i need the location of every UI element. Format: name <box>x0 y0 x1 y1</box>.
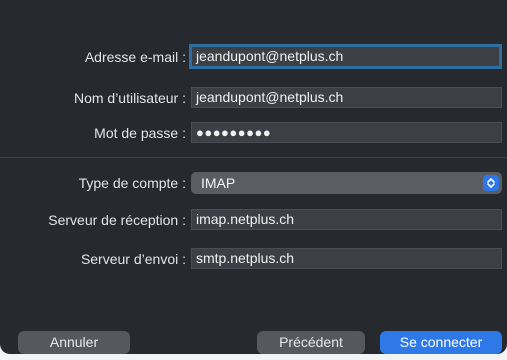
connect-button[interactable]: Se connecter <box>380 331 502 354</box>
outgoing-server-row: Serveur d’envoi : smtp.netplus.ch <box>0 247 507 271</box>
email-row: Adresse e-mail : jeandupont@netplus.ch <box>0 44 507 69</box>
password-field[interactable]: ●●●●●●●●● <box>191 122 502 143</box>
incoming-server-row: Serveur de réception : imap.netplus.ch <box>0 208 507 232</box>
username-field[interactable]: jeandupont@netplus.ch <box>191 87 502 108</box>
password-row: Mot de passe : ●●●●●●●●● <box>0 121 507 145</box>
incoming-server-field[interactable]: imap.netplus.ch <box>191 209 502 230</box>
username-row: Nom d’utilisateur : jeandupont@netplus.c… <box>0 86 507 110</box>
account-type-select[interactable]: IMAP <box>191 172 502 194</box>
account-setup-sheet: Adresse e-mail : jeandupont@netplus.ch N… <box>0 0 507 354</box>
email-field[interactable]: jeandupont@netplus.ch <box>189 44 502 69</box>
password-label: Mot de passe : <box>94 125 186 141</box>
email-label: Adresse e-mail : <box>84 49 186 65</box>
section-divider <box>0 157 507 158</box>
account-type-label: Type de compte : <box>78 175 186 191</box>
incoming-server-label: Serveur de réception : <box>48 212 186 228</box>
cancel-button[interactable]: Annuler <box>18 331 130 354</box>
outgoing-server-field[interactable]: smtp.netplus.ch <box>191 248 502 269</box>
account-type-value: IMAP <box>201 175 236 191</box>
chevron-up-down-icon <box>483 175 499 191</box>
previous-button[interactable]: Précédent <box>257 331 365 354</box>
username-label: Nom d’utilisateur : <box>73 90 186 106</box>
outgoing-server-label: Serveur d’envoi : <box>80 251 186 267</box>
